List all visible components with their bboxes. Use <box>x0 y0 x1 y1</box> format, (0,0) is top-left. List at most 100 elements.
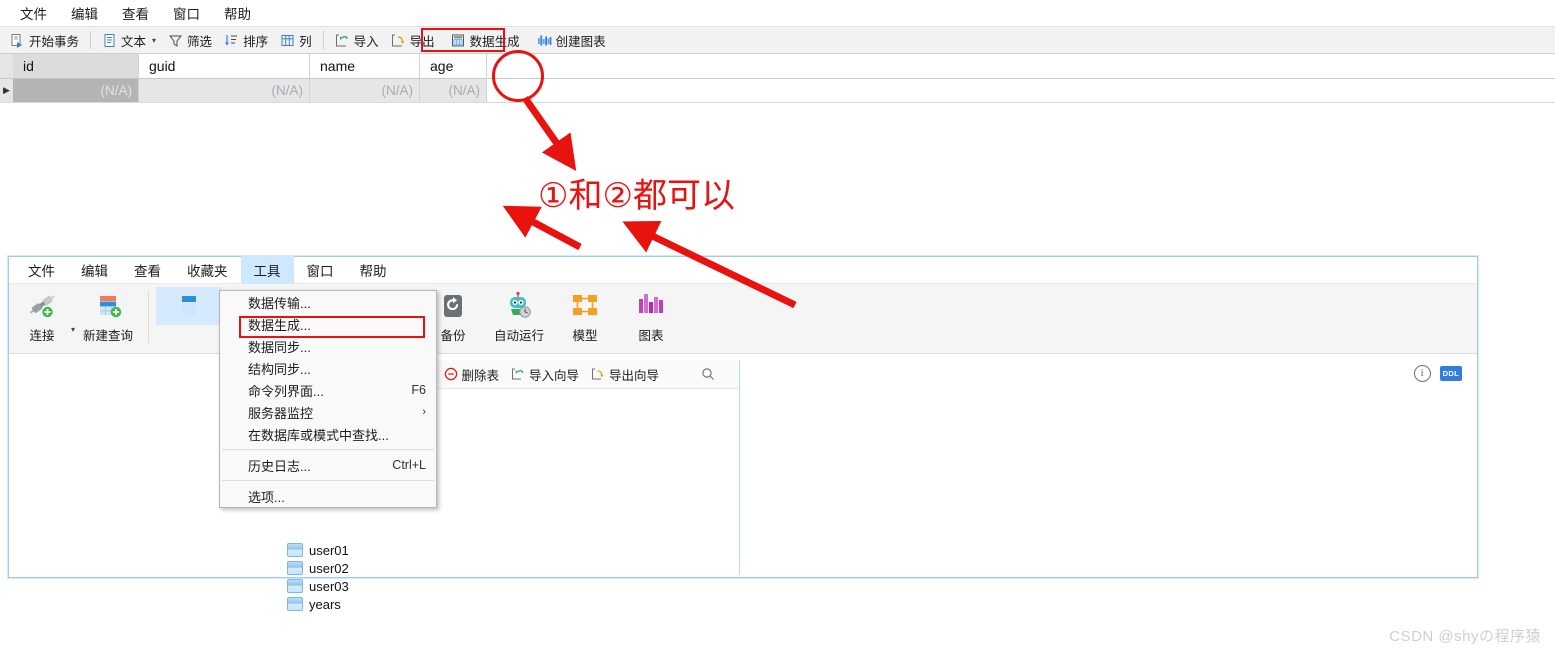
ddl-preview-pane: i DDL <box>739 360 1476 575</box>
grid-header-age[interactable]: age <box>420 54 487 78</box>
row-indicator: ▶ <box>0 79 13 102</box>
cell-id[interactable]: (N/A) <box>13 79 139 102</box>
import-label: 导入 <box>353 34 379 49</box>
grid-header-name[interactable]: name <box>310 54 420 78</box>
ribbon-placeholder-selected[interactable] <box>156 287 223 325</box>
ribbon-new-query-button[interactable]: 新建查询 <box>75 287 141 344</box>
menu-item-data-transfer[interactable]: 数据传输... <box>220 291 436 313</box>
object-search-button[interactable] <box>696 365 721 384</box>
menu-item-server-monitor[interactable]: 服务器监控 › <box>220 401 436 423</box>
data-generation-highlight-box <box>421 28 505 52</box>
menu-item-shortcut: F6 <box>411 383 426 397</box>
ribbon-model-label: 模型 <box>572 329 598 343</box>
list-item[interactable]: years <box>287 595 738 613</box>
lower-menu-tools[interactable]: 工具 <box>240 256 294 284</box>
create-chart-label: 创建图表 <box>555 34 606 49</box>
columns-button[interactable]: 列 <box>274 27 318 53</box>
menu-edit[interactable]: 编辑 <box>59 0 110 26</box>
lower-menu-window[interactable]: 窗口 <box>294 256 347 284</box>
cell-age[interactable]: (N/A) <box>420 79 487 102</box>
begin-transaction-button[interactable]: 开始事务 <box>4 27 85 53</box>
menu-item-command-line[interactable]: 命令列界面... F6 <box>220 379 436 401</box>
ddl-badge[interactable]: DDL <box>1439 365 1462 381</box>
ribbon-chart-button[interactable]: 图表 <box>618 287 684 344</box>
create-chart-icon <box>537 33 552 48</box>
sort-button[interactable]: 排序 <box>218 27 274 53</box>
list-item[interactable]: user01 <box>287 541 738 559</box>
ddl-pane-header: i DDL <box>740 360 1476 386</box>
list-item-label: user01 <box>309 542 349 558</box>
delete-table-icon <box>444 367 459 382</box>
toolbar-separator-2 <box>322 31 324 49</box>
lower-menu-file[interactable]: 文件 <box>15 256 68 284</box>
list-item[interactable]: user03 <box>287 577 738 595</box>
menu-window[interactable]: 窗口 <box>161 0 212 26</box>
arrow-two-lower <box>502 205 582 251</box>
menu-item-label: 选项... <box>248 489 285 505</box>
cell-name[interactable]: (N/A) <box>310 79 420 102</box>
ribbon-automation-button[interactable]: 自动运行 <box>486 287 552 344</box>
lower-menu-view[interactable]: 查看 <box>121 256 174 284</box>
grid-toolbar: 开始事务 文本 ▾ 筛选 排序 列 导入 导出 数据生成 创建图表 <box>0 26 1555 54</box>
model-icon <box>570 291 600 321</box>
ribbon-model-button[interactable]: 模型 <box>552 287 618 344</box>
menu-item-label: 数据同步... <box>248 339 311 355</box>
grid-header-row: id guid name age <box>0 54 1555 79</box>
lower-menu-help[interactable]: 帮助 <box>347 256 400 284</box>
menu-item-data-sync[interactable]: 数据同步... <box>220 335 436 357</box>
menu-item-options[interactable]: 选项... <box>220 485 436 507</box>
create-chart-button[interactable]: 创建图表 <box>531 27 612 53</box>
menu-item-label: 服务器监控 <box>248 405 314 421</box>
table-group-icon <box>174 291 204 321</box>
table-icon <box>287 561 303 575</box>
list-item[interactable]: user02 <box>287 559 738 577</box>
grid-header-id[interactable]: id <box>13 54 139 78</box>
transaction-icon <box>10 33 25 48</box>
annotation-note: ①和②都可以 <box>538 176 735 216</box>
chart-icon <box>636 291 666 321</box>
import-wizard-button[interactable]: 导入向导 <box>506 363 584 386</box>
menu-file[interactable]: 文件 <box>8 0 59 26</box>
filter-button[interactable]: 筛选 <box>162 27 218 53</box>
menu-view[interactable]: 查看 <box>110 0 161 26</box>
grid-header-guid[interactable]: guid <box>139 54 310 78</box>
tools-dropdown-menu: 数据传输... 数据生成... 数据同步... 结构同步... 命令列界面...… <box>219 290 437 508</box>
menu-item-label: 结构同步... <box>248 361 311 377</box>
import-button[interactable]: 导入 <box>329 27 385 53</box>
ribbon-new-query-label: 新建查询 <box>83 329 134 343</box>
cell-guid[interactable]: (N/A) <box>139 79 310 102</box>
menu-item-find-in-database[interactable]: 在数据库或模式中查找... <box>220 423 436 445</box>
new-query-icon <box>93 291 123 321</box>
menu-item-structure-sync[interactable]: 结构同步... <box>220 357 436 379</box>
list-item-label: user02 <box>309 560 349 576</box>
lower-menu-edit[interactable]: 编辑 <box>68 256 121 284</box>
export-wizard-button[interactable]: 导出向导 <box>586 363 664 386</box>
data-grid-window: 文件 编辑 查看 窗口 帮助 开始事务 文本 ▾ 筛选 排序 列 导入 导出 数… <box>0 0 1555 104</box>
lower-menu-favorites[interactable]: 收藏夹 <box>174 256 241 284</box>
result-grid: id guid name age ▶ (N/A) (N/A) (N/A) (N/… <box>0 54 1555 104</box>
menu-divider-1 <box>222 449 434 450</box>
connection-tree-panel[interactable] <box>10 360 246 575</box>
ribbon-connection-label: 连接 <box>29 329 55 343</box>
table-row[interactable]: ▶ (N/A) (N/A) (N/A) (N/A) <box>0 79 1555 103</box>
table-icon <box>287 543 303 557</box>
menu-item-history-log[interactable]: 历史日志... Ctrl+L <box>220 454 436 476</box>
text-button[interactable]: 文本 ▾ <box>96 27 162 53</box>
list-item-label: user03 <box>309 578 349 594</box>
ribbon-connection-button[interactable]: 连接 <box>9 287 75 344</box>
menu-help[interactable]: 帮助 <box>212 0 263 26</box>
table-icon <box>287 579 303 593</box>
arrow-one <box>522 95 577 172</box>
info-icon[interactable]: i <box>1413 364 1431 382</box>
toolbar-separator-1 <box>90 31 92 49</box>
menu-item-label: 在数据库或模式中查找... <box>248 427 389 443</box>
sort-label: 排序 <box>243 34 269 49</box>
export-wizard-icon <box>591 367 606 382</box>
ribbon-chart-label: 图表 <box>638 329 664 343</box>
backup-icon <box>438 291 468 321</box>
ribbon-backup-label: 备份 <box>440 329 466 343</box>
delete-table-button[interactable]: 删除表 <box>439 363 505 386</box>
begin-transaction-label: 开始事务 <box>29 34 80 49</box>
ribbon-automation-label: 自动运行 <box>494 329 545 343</box>
chevron-down-icon[interactable]: ▾ <box>152 36 156 45</box>
